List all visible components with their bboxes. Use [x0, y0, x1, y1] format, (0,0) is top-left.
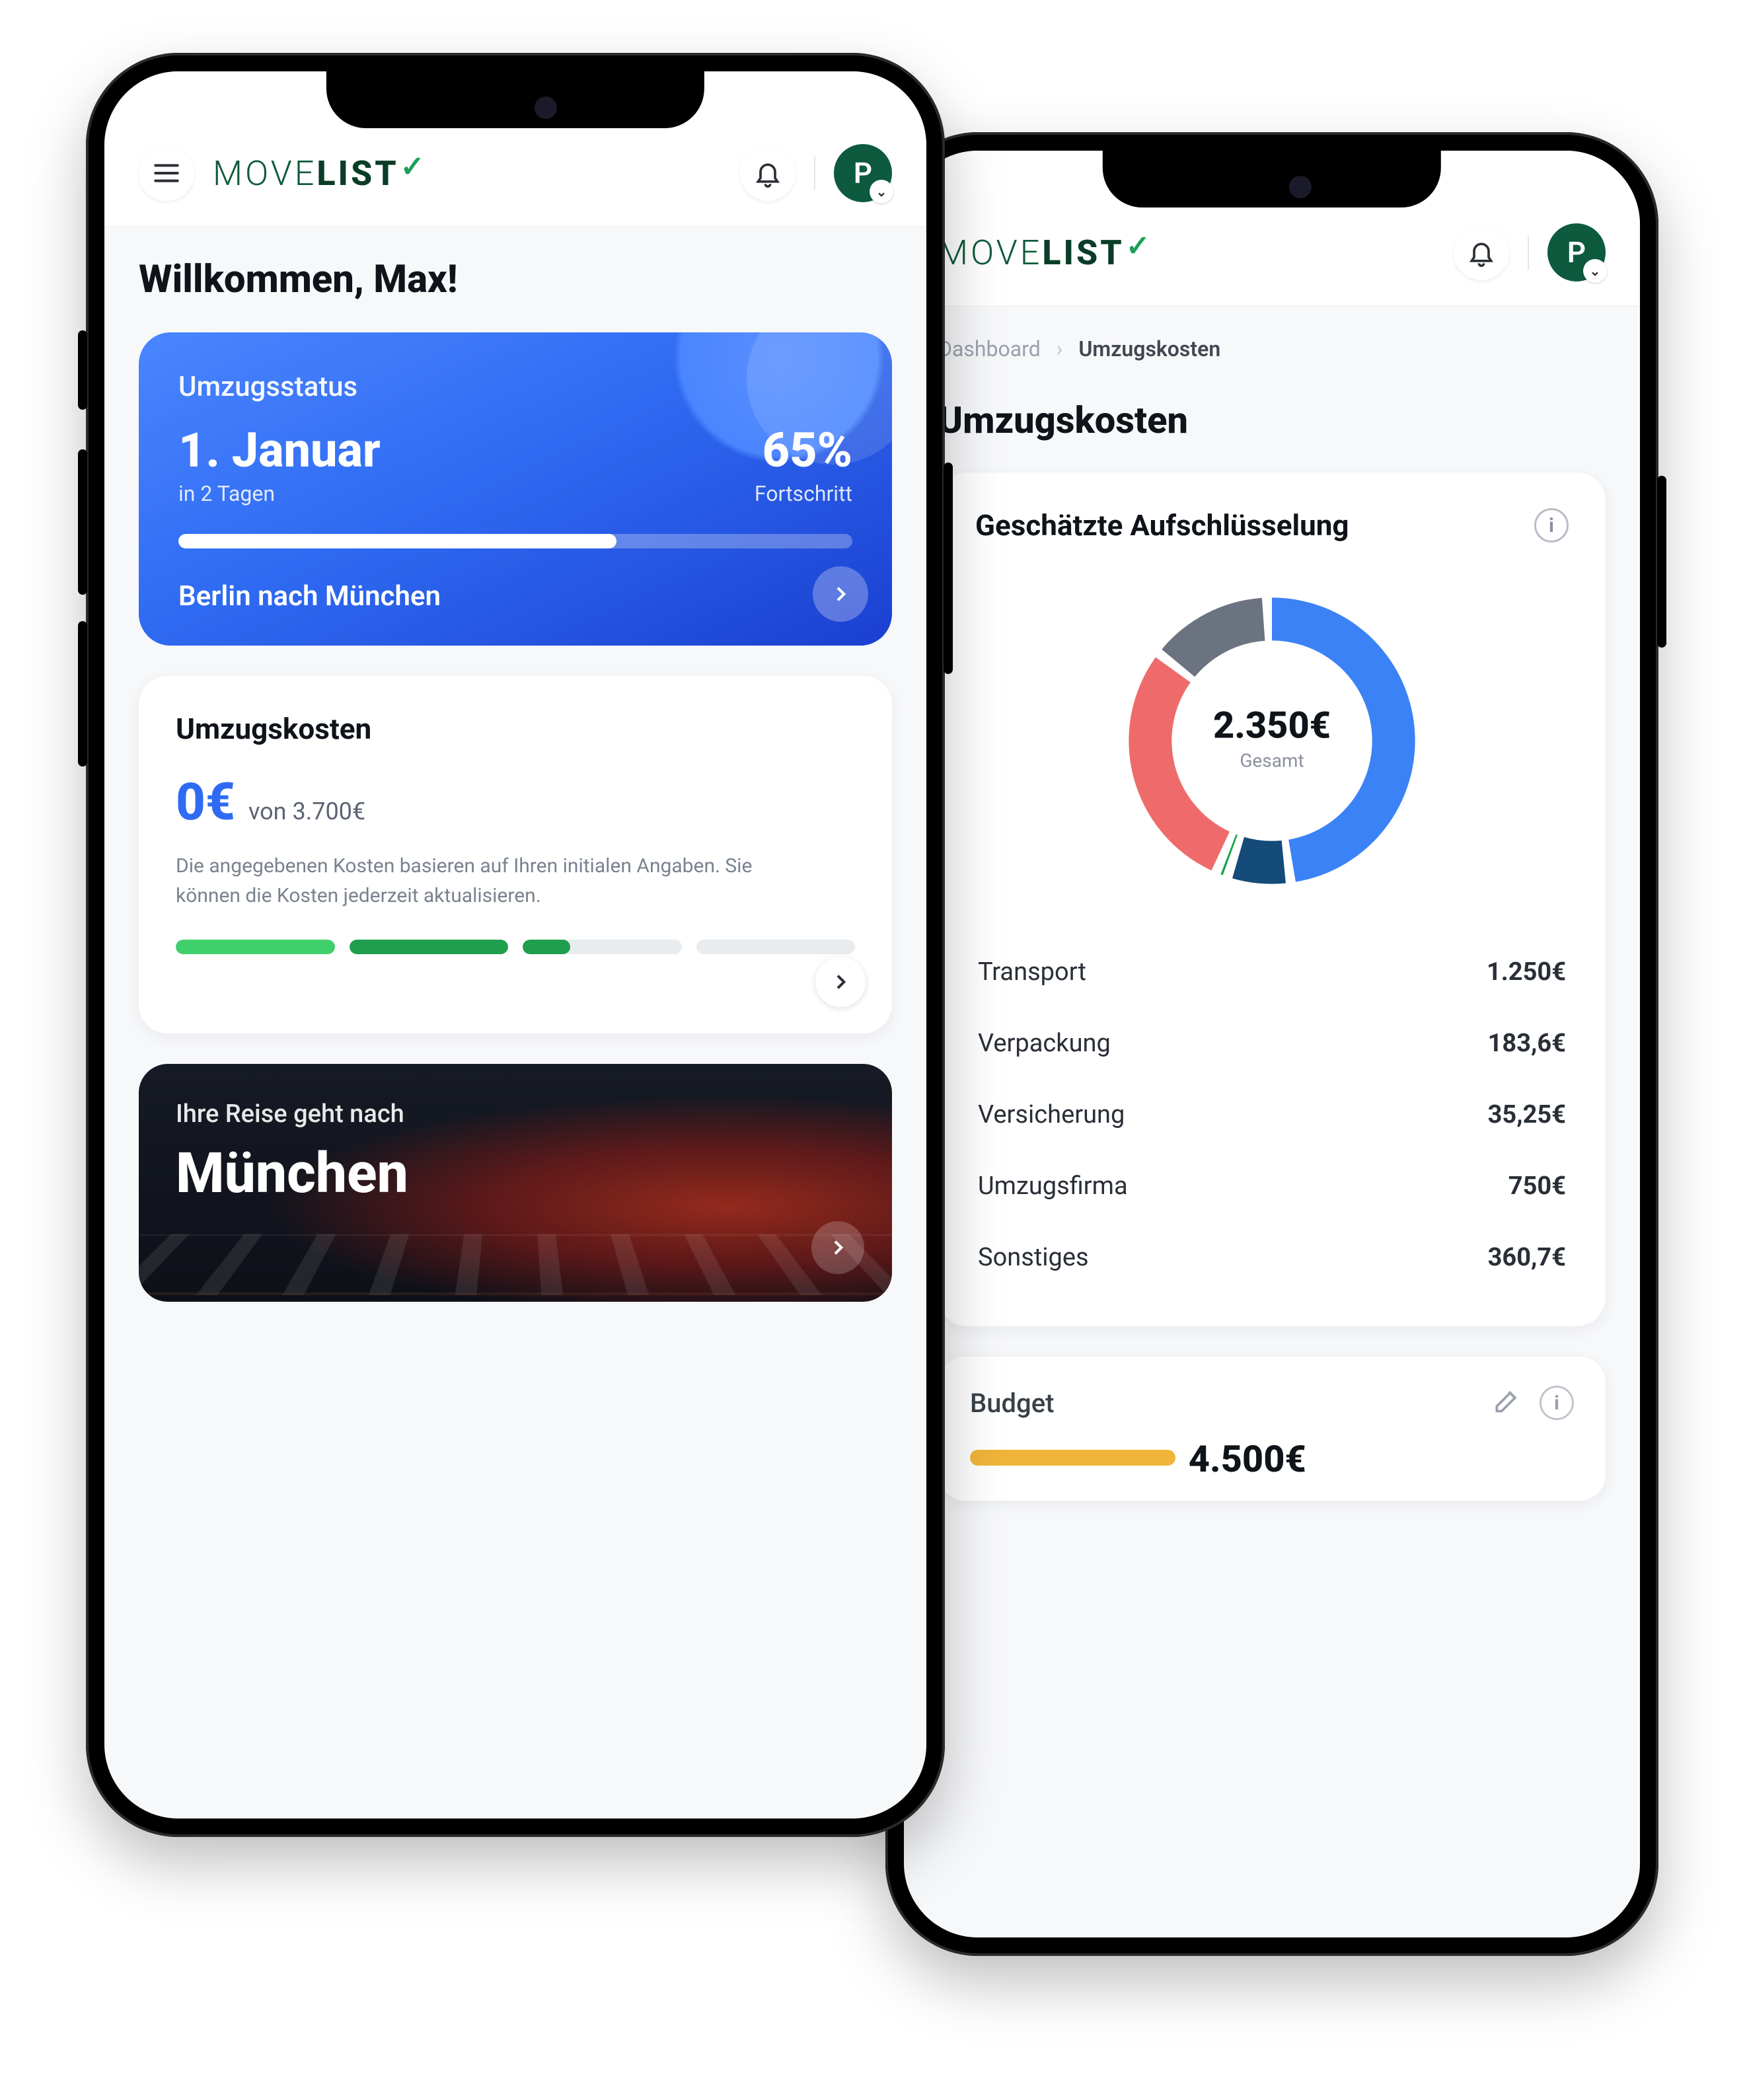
breakdown-row: Versicherung 35,25€	[975, 1079, 1569, 1150]
logo-check-icon: ✓	[400, 149, 427, 184]
costs-title: Umzugskosten	[176, 712, 855, 746]
status-route: Berlin nach München	[178, 580, 852, 613]
donut-total: 2.350€	[1213, 704, 1331, 747]
cost-segment	[176, 940, 335, 954]
bell-icon	[1467, 238, 1496, 267]
breadcrumb-prev[interactable]: Dashboard	[938, 336, 1041, 361]
phone-back: MOVELIST✓ P ⌄ Dashboard › Umzugskosten U…	[885, 132, 1658, 1956]
status-open-button[interactable]	[813, 566, 868, 622]
app-logo: MOVELIST✓	[213, 153, 427, 194]
logo-check-icon: ✓	[1126, 229, 1153, 263]
bell-icon	[753, 159, 782, 188]
breakdown-label: Sonstiges	[978, 1243, 1089, 1272]
logo-bold: LIST	[316, 153, 398, 194]
profile-avatar[interactable]: P ⌄	[1547, 223, 1606, 281]
avatar-initial: P	[854, 156, 872, 190]
budget-title: Budget	[970, 1388, 1054, 1419]
avatar-initial: P	[1567, 235, 1586, 270]
cost-segment	[523, 940, 682, 954]
breakdown-value: 750€	[1508, 1172, 1566, 1201]
donut-slice	[1162, 598, 1265, 677]
cost-segment	[696, 940, 856, 954]
costs-card[interactable]: Umzugskosten 0€ von 3.700€ Die angegeben…	[139, 676, 892, 1033]
breadcrumb: Dashboard › Umzugskosten	[938, 336, 1606, 368]
costs-note: Die angegebenen Kosten basieren auf Ihre…	[176, 851, 787, 911]
chevron-down-icon: ⌄	[870, 180, 893, 204]
notifications-button[interactable]	[1454, 225, 1509, 280]
edit-icon[interactable]	[1492, 1386, 1521, 1415]
destination-card[interactable]: Ihre Reise geht nach München	[139, 1064, 892, 1302]
header-divider	[814, 156, 815, 190]
breakdown-label: Umzugsfirma	[978, 1172, 1128, 1201]
chevron-down-icon: ⌄	[1583, 259, 1607, 283]
logo-bold: LIST	[1042, 233, 1124, 273]
header-divider	[1528, 235, 1529, 270]
breakdown-value: 183,6€	[1488, 1029, 1566, 1058]
app-logo: MOVELIST✓	[938, 233, 1153, 273]
logo-thin: MOVE	[213, 153, 316, 194]
cost-segment	[350, 940, 509, 954]
breakdown-row: Umzugsfirma 750€	[975, 1150, 1569, 1222]
notifications-button[interactable]	[740, 145, 796, 201]
status-progressbar	[178, 534, 852, 548]
breakdown-value: 360,7€	[1488, 1243, 1566, 1272]
donut-total-label: Gesamt	[1213, 750, 1331, 772]
logo-thin: MOVE	[938, 233, 1042, 273]
breakdown-label: Verpackung	[978, 1029, 1111, 1058]
budget-bar	[970, 1450, 1175, 1466]
breakdown-value: 1.250€	[1487, 957, 1566, 987]
breadcrumb-current: Umzugskosten	[1078, 336, 1220, 361]
breakdown-row: Verpackung 183,6€	[975, 1008, 1569, 1079]
budget-amount: 4.500€	[1189, 1437, 1306, 1481]
breakdown-label: Transport	[978, 957, 1086, 987]
chevron-right-icon	[827, 1237, 848, 1258]
costs-of: von 3.700€	[248, 798, 365, 825]
destination-city: München	[176, 1141, 855, 1206]
chevron-right-icon	[830, 971, 851, 993]
destination-subtitle: Ihre Reise geht nach	[176, 1100, 855, 1129]
breakdown-card: Geschätzte Aufschlüsselung i 2.350€ Gesa…	[938, 472, 1606, 1326]
costs-segments	[176, 940, 855, 954]
breakdown-row: Transport 1.250€	[975, 936, 1569, 1008]
chevron-right-icon	[830, 583, 851, 605]
breakdown-row: Sonstiges 360,7€	[975, 1222, 1569, 1293]
breakdown-value: 35,25€	[1488, 1100, 1566, 1129]
status-percent-label: Fortschritt	[755, 481, 852, 506]
costs-amount: 0€	[176, 772, 235, 833]
profile-avatar[interactable]: P ⌄	[834, 144, 892, 202]
info-icon[interactable]: i	[1540, 1386, 1574, 1420]
info-icon[interactable]: i	[1534, 508, 1569, 543]
costs-open-button[interactable]	[815, 957, 866, 1007]
cost-donut-chart: 2.350€ Gesamt	[975, 556, 1569, 919]
status-date: 1. Januar	[178, 427, 381, 474]
breakdown-list: Transport 1.250€ Verpackung 183,6€ Versicher…	[975, 936, 1569, 1293]
status-title: Umzugsstatus	[178, 371, 852, 403]
status-days: in 2 Tagen	[178, 481, 381, 506]
welcome-heading: Willkommen, Max!	[139, 257, 892, 302]
breakdown-title: Geschätzte Aufschlüsselung	[975, 508, 1349, 543]
hamburger-icon	[153, 163, 180, 184]
destination-open-button[interactable]	[811, 1221, 864, 1274]
phone-front: MOVELIST✓ P ⌄ Willkommen, Max! Umzugssta…	[86, 53, 945, 1837]
page-title: Umzugskosten	[938, 398, 1188, 442]
decorative-lanes	[139, 1234, 892, 1295]
move-status-card[interactable]: Umzugsstatus 1. Januar in 2 Tagen 65% Fo…	[139, 332, 892, 646]
breakdown-label: Versicherung	[978, 1100, 1125, 1129]
chevron-right-icon: ›	[1057, 336, 1063, 361]
menu-button[interactable]	[139, 145, 194, 201]
budget-card: Budget i 4.500€	[938, 1357, 1606, 1501]
donut-slice	[1232, 837, 1286, 884]
